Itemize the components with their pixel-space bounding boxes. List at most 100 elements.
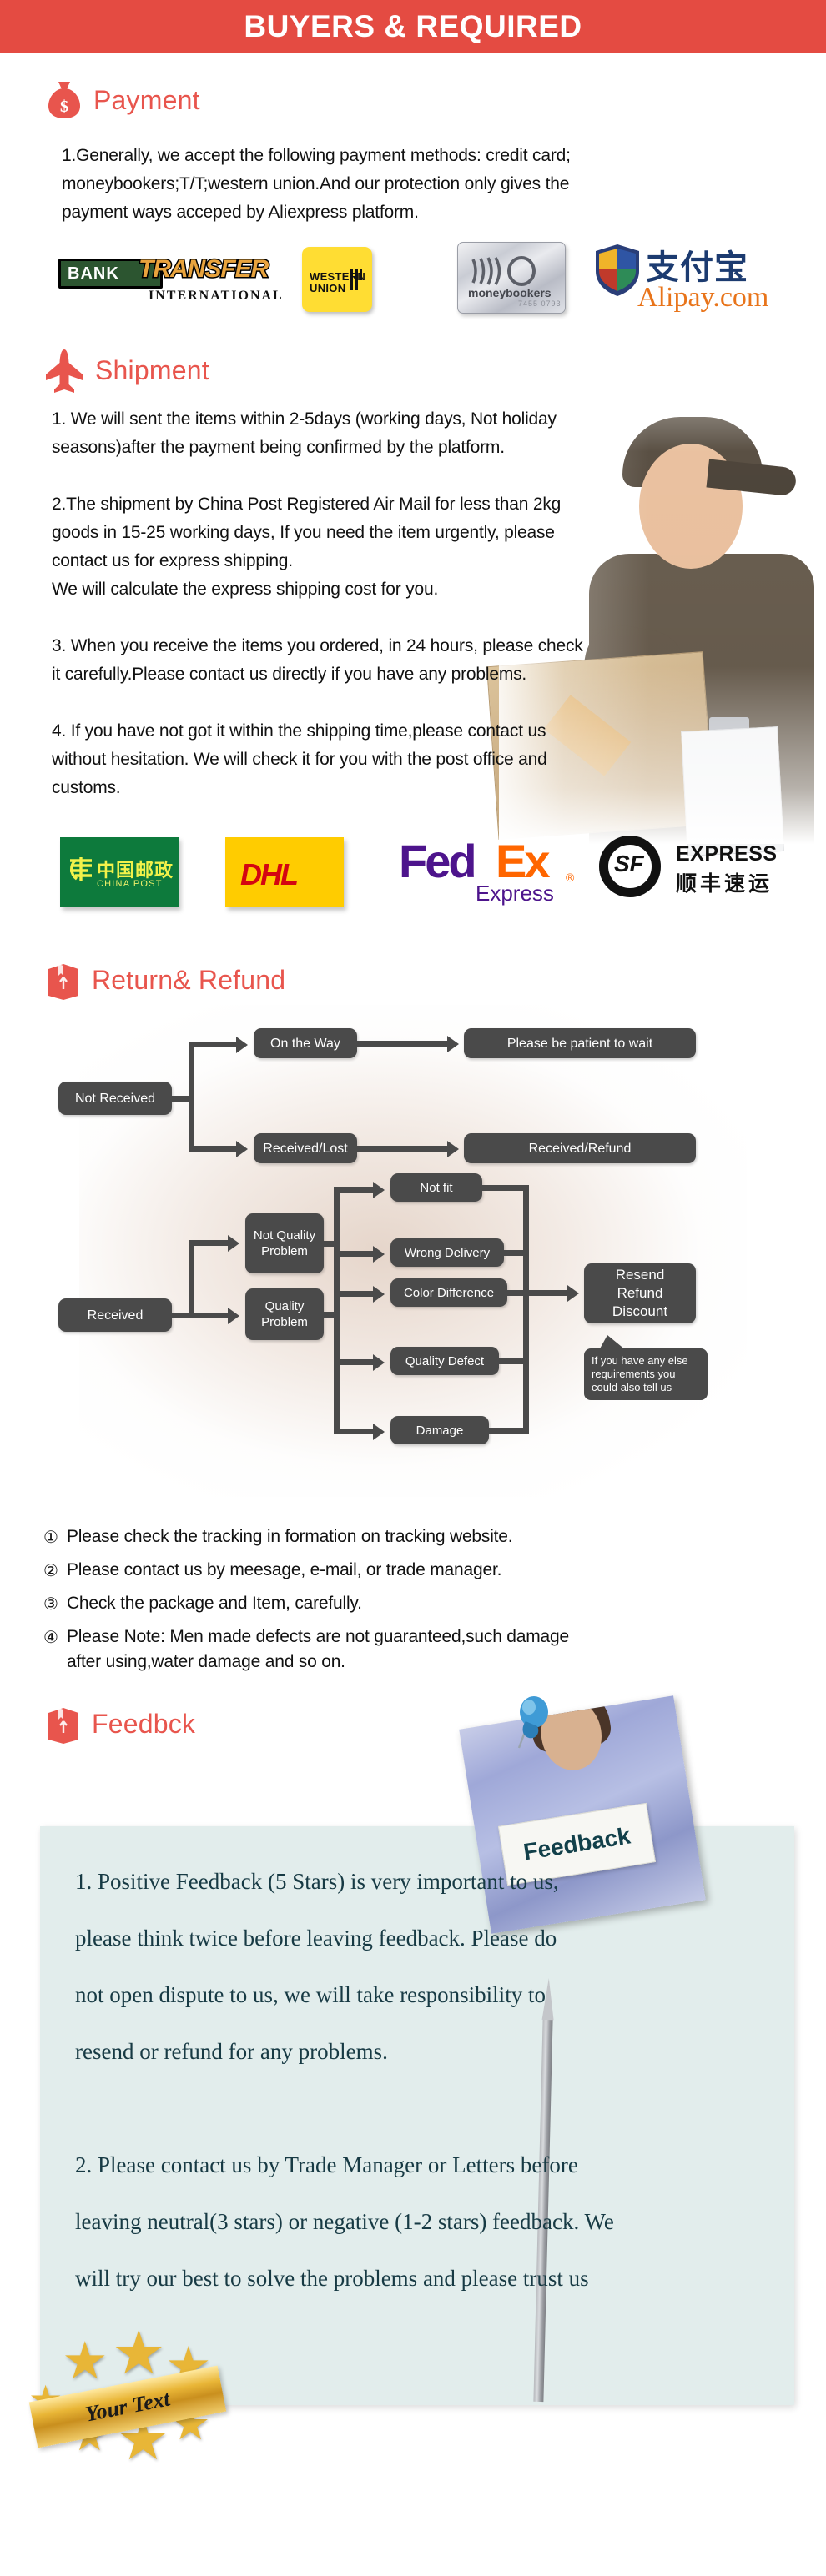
flow-arrow [236,1140,248,1157]
section-title-shipment: Shipment [95,354,209,385]
logo-alipay: 支付宝 Alipay.com [594,239,794,319]
flow-connector [529,1290,569,1296]
bank-transfer-word-international: INTERNATIONAL [149,289,284,303]
flow-connector [194,1313,229,1318]
note-number: ③ [43,1594,58,1614]
badge-ribbon-text: Your Text [83,2386,172,2427]
flow-node-on-the-way: On the Way [254,1028,357,1058]
flow-node-wrong-delivery: Wrong Delivery [390,1238,504,1267]
payment-body-text: 1.Generally, we accept the following pay… [62,146,571,222]
pushpin-icon [509,1696,556,1758]
note-item: ① Please check the tracking in formation… [43,1524,794,1549]
flow-connector [357,1146,449,1152]
section-title-feedback: Feedbck [92,1708,196,1739]
flow-arrow [373,1423,385,1440]
flow-node-color-difference: Color Difference [390,1278,507,1307]
note-number: ① [43,1527,58,1547]
five-star-badge: ★ ★ ★ ★ ★ ★ ★ Your Text [23,2317,232,2485]
flow-node-please-wait: Please be patient to wait [464,1028,696,1058]
flow-connector [194,1042,238,1047]
airplane-icon [45,349,83,393]
section-heading-feedback: Feedbck [47,1705,196,1744]
flow-connector [340,1187,375,1193]
flow-node-quality-defect: Quality Defect [390,1347,499,1375]
flow-node-received: Received [58,1298,172,1332]
flow-arrow [228,1307,239,1324]
money-bag-icon: $ [47,80,82,120]
flow-node-received-refund: Received/Refund [464,1133,696,1163]
section-title-payment: Payment [93,84,200,115]
note-item: ④ Please Note: Men made defects are not … [43,1624,794,1675]
feedback-body-text: 1. Positive Feedback (5 Stars) is very i… [75,1869,614,2291]
note-number: ④ [43,1627,58,1647]
flow-arrow [447,1035,459,1052]
flow-arrow [236,1036,248,1053]
logo-bank-transfer: BANK TRANSFER INTERNATIONAL [58,254,282,309]
flow-bubble-extra-requirements: If you have any else requirements you co… [584,1335,708,1400]
fedex-express-label: Express [476,881,554,906]
flow-connector [194,1146,238,1152]
note-text: Please Note: Men made defects are not gu… [66,1627,569,1671]
china-post-emblem-icon [67,856,95,888]
note-text: Please check the tracking in formation o… [66,1527,513,1546]
note-number: ② [43,1560,58,1580]
star-icon: ★ [62,2330,108,2391]
fedex-registered-mark: ® [566,871,575,884]
package-box-icon [47,1705,80,1744]
note-item: ② Please contact us by meesage, e-mail, … [43,1558,794,1583]
flow-arrow [228,1234,239,1252]
flow-connector [334,1291,340,1434]
alipay-domain-text: Alipay.com [637,282,769,313]
flow-connector [189,1042,194,1152]
flow-arrow [447,1140,459,1157]
fedex-fed: Fed [399,835,477,887]
section-heading-return-refund: Return& Refund [47,961,286,1000]
buyer-required-infographic: BUYERS & REQUIRED $ Payment 1.Generally,… [0,0,826,2576]
flow-connector [189,1313,194,1316]
flow-node-not-quality-problem: Not Quality Problem [245,1213,324,1273]
package-box-icon [47,961,80,1000]
western-union-line2: UNION [310,282,346,294]
logo-western-union: WESTERN UNION [302,247,372,312]
flow-connector [482,1185,529,1191]
flow-arrow [373,1353,385,1371]
return-refund-flowchart: Not Received On the Way Please be patien… [0,1005,826,1497]
note-text: Please contact us by meesage, e-mail, or… [66,1560,502,1579]
star-icon: ★ [112,2317,166,2388]
flow-connector [357,1041,449,1047]
flow-node-quality-problem: Quality Problem [245,1288,324,1340]
flow-node-not-received: Not Received [58,1082,172,1115]
flow-node-received-lost: Received/Lost [254,1133,357,1163]
flow-arrow [567,1284,579,1302]
logo-moneybookers: moneybookers 7455 0793 [457,242,566,314]
flow-arrow [373,1245,385,1263]
flow-connector [334,1187,340,1303]
bank-transfer-word-bank: BANK [68,264,119,283]
sf-express-chinese: 顺丰速运 [676,871,773,896]
svg-text:$: $ [60,98,68,116]
page-banner: BUYERS & REQUIRED [0,0,826,53]
flow-connector [340,1429,375,1434]
logo-sf-express: SF EXPRESS 顺丰速运 [599,836,799,902]
flow-node-not-fit: Not fit [390,1173,482,1202]
page-title: BUYERS & REQUIRED [244,8,582,43]
dhl-wordmark: DHL [240,857,299,891]
sf-express-english: EXPRESS [676,842,778,866]
flow-arrow [373,1181,385,1198]
flow-connector [189,1240,194,1318]
flow-connector [340,1359,375,1365]
bank-transfer-word-transfer: TRANSFER [137,254,269,284]
flow-node-resend-refund-discount: Resend Refund Discount [584,1263,696,1323]
shipment-body-text: 1. We will sent the items within 2-5days… [52,409,583,797]
flow-node-damage: Damage [390,1416,489,1444]
moneybookers-wave-icon [470,256,546,290]
alipay-shield-icon [594,244,641,301]
flow-connector [194,1240,229,1246]
logo-china-post: 中国邮政 CHINA POST [60,837,179,907]
section-heading-payment: $ Payment [47,80,200,120]
note-text: Check the package and Item, carefully. [66,1594,362,1613]
sf-monogram: SF [614,851,644,876]
section-title-return-refund: Return& Refund [92,964,286,995]
return-refund-notes: ① Please check the tracking in formation… [43,1524,794,1683]
moneybookers-name: moneybookers [468,286,552,299]
